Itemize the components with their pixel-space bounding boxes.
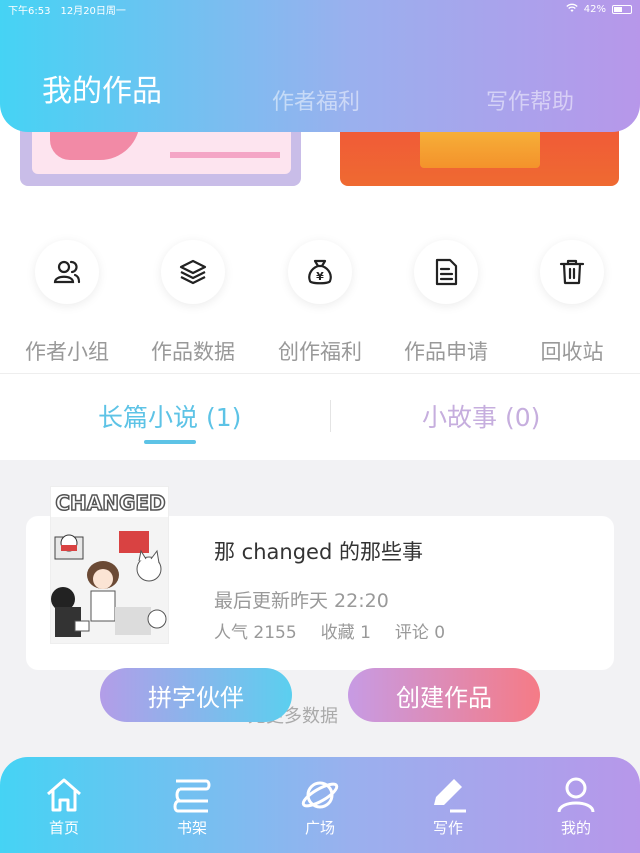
create-work-button[interactable]: 创建作品 <box>348 668 540 722</box>
tab-short-story[interactable]: 小故事 (0) <box>422 398 540 434</box>
nav-label-writing: 写作 <box>432 819 463 837</box>
quick-label-recycle-bin: 回收站 <box>540 340 604 364</box>
bottom-nav: 首页 书架 广场 写作 我的 <box>0 757 640 853</box>
battery-level <box>614 6 622 12</box>
nav-home[interactable]: 首页 <box>24 775 104 838</box>
quick-recycle-bin[interactable]: 回收站 <box>517 240 627 366</box>
novel-updated-time: 最后更新昨天 22:20 <box>214 590 389 612</box>
quick-label-author-group: 作者小组 <box>25 340 109 364</box>
home-icon <box>44 775 84 815</box>
novel-popularity: 人气 2155 <box>214 623 297 643</box>
battery-icon <box>612 4 632 14</box>
quick-author-group[interactable]: 作者小组 <box>12 240 122 366</box>
quick-label-work-application: 作品申请 <box>404 340 488 364</box>
pen-icon <box>428 775 468 815</box>
novel-title[interactable]: 那 changed 的那些事 <box>214 536 423 566</box>
nav-label-home: 首页 <box>48 819 79 837</box>
money-bag-icon: ¥ <box>288 240 352 304</box>
layers-icon <box>161 240 225 304</box>
quick-label-work-data: 作品数据 <box>151 340 235 364</box>
trash-icon <box>540 240 604 304</box>
active-tab-indicator <box>144 440 196 444</box>
quick-work-application[interactable]: 作品申请 <box>391 240 501 366</box>
quick-actions: 作者小组 作品数据 ¥ 创作福利 作品申请 回收站 <box>0 240 640 370</box>
nav-writing[interactable]: 写作 <box>408 775 488 838</box>
bookshelf-icon <box>172 775 212 815</box>
planet-icon <box>300 775 340 815</box>
status-time: 下午6:53 <box>8 5 51 17</box>
word-partner-button[interactable]: 拼字伙伴 <box>100 668 292 722</box>
nav-label-bookshelf: 书架 <box>176 819 207 837</box>
nav-bookshelf[interactable]: 书架 <box>152 775 232 838</box>
quick-creation-benefits[interactable]: ¥ 创作福利 <box>265 240 375 366</box>
nav-square[interactable]: 广场 <box>280 775 360 838</box>
user-icon <box>556 775 596 815</box>
quick-work-data[interactable]: 作品数据 <box>138 240 248 366</box>
banner-art-stripe <box>170 152 280 158</box>
nav-mine[interactable]: 我的 <box>536 775 616 838</box>
document-icon <box>414 240 478 304</box>
nav-label-square: 广场 <box>304 819 335 837</box>
tab-my-works[interactable]: 我的作品 <box>42 66 162 110</box>
status-date: 12月20日周一 <box>60 5 126 17</box>
divider <box>0 373 640 374</box>
tab-long-novel[interactable]: 长篇小说 (1) <box>98 398 241 434</box>
quick-label-creation-benefits: 创作福利 <box>278 340 362 364</box>
battery-percent: 42% <box>583 3 606 15</box>
status-bar: 下午6:53 12月20日周一 42% <box>0 0 640 18</box>
top-tabs: 我的作品 作者福利 写作帮助 <box>0 70 640 120</box>
tab-author-benefits[interactable]: 作者福利 <box>272 84 360 116</box>
tab-separator <box>330 400 331 432</box>
novel-stats: 人气 2155 收藏 1 评论 0 <box>214 618 445 643</box>
cover-illustration <box>51 517 168 643</box>
work-type-tabs: 长篇小说 (1) 小故事 (0) <box>0 376 640 460</box>
svg-text:¥: ¥ <box>316 270 324 283</box>
banner-art-stage <box>420 128 540 168</box>
novel-favorites: 收藏 1 <box>320 623 371 643</box>
nav-label-mine: 我的 <box>560 819 591 837</box>
novel-cover[interactable]: CHANGED <box>50 486 169 644</box>
people-icon <box>35 240 99 304</box>
tab-writing-help[interactable]: 写作帮助 <box>486 84 574 116</box>
wifi-icon <box>566 3 578 16</box>
novel-comments: 评论 0 <box>394 623 446 643</box>
